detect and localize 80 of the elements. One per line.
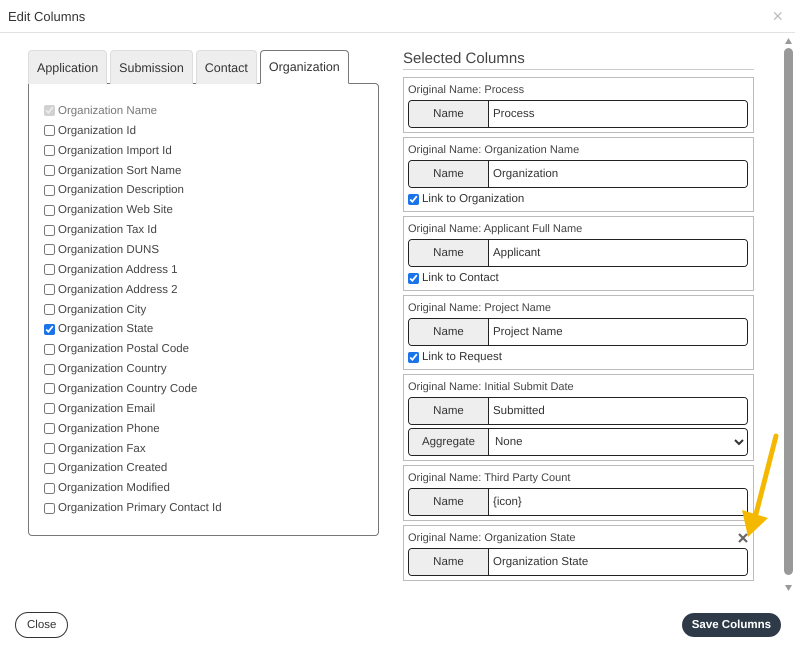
field-label: Organization Description — [58, 184, 184, 196]
field-label: Organization Import Id — [58, 144, 172, 157]
original-name: Original Name: Organization State — [408, 532, 576, 544]
field-label: Organization Sort Name — [58, 164, 182, 176]
link-label: Link to Organization — [422, 193, 524, 205]
field-label: Organization Tax Id — [58, 224, 157, 236]
input-label: Name — [409, 398, 489, 424]
name-field[interactable]: Name {icon} — [408, 488, 748, 516]
checkbox[interactable] — [44, 224, 55, 236]
input-label: Name — [409, 161, 489, 187]
close-icon[interactable] — [738, 532, 748, 542]
name-field[interactable]: Name Process — [408, 100, 748, 128]
name-field[interactable]: Name Submitted — [408, 397, 748, 425]
checkbox[interactable] — [44, 184, 55, 196]
name-field[interactable]: Name Organization — [408, 160, 748, 188]
tab[interactable]: Application — [28, 50, 108, 84]
field-label: Organization Primary Contact Id — [58, 502, 222, 514]
checkbox[interactable] — [44, 383, 55, 394]
input-label: Name — [409, 489, 489, 515]
checkbox[interactable] — [408, 194, 419, 204]
scrollbar[interactable] — [782, 36, 795, 593]
field-label: Organization Web Site — [58, 204, 173, 216]
input-label: Name — [409, 549, 489, 575]
input-label: Name — [409, 101, 489, 127]
checkbox[interactable] — [44, 482, 55, 494]
checkbox[interactable] — [44, 403, 55, 414]
link-label: Link to Contact — [422, 272, 499, 284]
tab[interactable]: Submission — [110, 50, 193, 84]
checkbox[interactable] — [44, 165, 55, 176]
field-label: Organization Postal Code — [58, 343, 190, 356]
field-label: Organization Name — [58, 104, 158, 117]
field-label: Organization Phone — [58, 422, 160, 435]
field-label: Organization State — [58, 323, 154, 336]
field-label: Organization Country — [58, 363, 167, 376]
field-label: Organization Modified — [58, 482, 170, 494]
checkbox[interactable] — [408, 352, 419, 362]
tab[interactable]: Contact — [196, 50, 257, 84]
original-name: Original Name: Organization Name — [408, 144, 580, 156]
dialog-title: Edit Columns — [8, 8, 86, 24]
field-label: Organization Country Code — [58, 382, 198, 395]
checkbox[interactable] — [44, 244, 55, 256]
name-field[interactable]: Name Applicant — [408, 239, 748, 267]
original-name: Original Name: Process — [408, 84, 524, 96]
field-label: Organization Email — [58, 402, 156, 415]
checkbox[interactable] — [44, 324, 55, 335]
checkbox[interactable] — [44, 264, 55, 276]
checkbox[interactable] — [44, 344, 55, 355]
checkbox[interactable] — [44, 284, 55, 296]
input-label: Name — [409, 240, 489, 266]
input-label: Name — [409, 319, 489, 345]
checkbox[interactable] — [44, 204, 55, 216]
checkbox[interactable] — [44, 364, 55, 375]
save-button[interactable]: Save Columns — [682, 613, 781, 637]
close-button[interactable]: Close — [15, 612, 68, 638]
aggregate-field[interactable]: Aggregate None — [408, 428, 748, 456]
field-label: Organization Fax — [58, 442, 146, 455]
checkbox[interactable] — [44, 462, 55, 474]
field-label: Organization DUNS — [58, 244, 159, 256]
section-heading: Selected Columns — [403, 50, 754, 70]
name-field[interactable]: Name Organization State — [408, 548, 748, 576]
checkbox[interactable] — [408, 272, 419, 284]
name-field[interactable]: Name Project Name — [408, 318, 748, 346]
input-label: Aggregate — [409, 429, 489, 455]
field-label: Organization City — [58, 304, 146, 316]
tab[interactable]: Organization — [260, 50, 349, 84]
link-label: Link to Request — [422, 351, 502, 363]
field-label: Organization Created — [58, 462, 168, 474]
field-label: Organization Id — [58, 124, 136, 137]
checkbox[interactable] — [44, 502, 55, 514]
checkbox[interactable] — [44, 145, 55, 156]
checkbox[interactable] — [44, 423, 55, 434]
field-label: Organization Address 1 — [58, 264, 178, 276]
checkbox[interactable] — [44, 443, 55, 454]
field-label: Organization Address 2 — [58, 284, 178, 296]
original-name: Original Name: Applicant Full Name — [408, 222, 582, 234]
checkbox[interactable] — [44, 125, 55, 136]
original-name: Original Name: Initial Submit Date — [408, 380, 574, 392]
checkbox[interactable] — [44, 304, 55, 316]
original-name: Original Name: Project Name — [408, 302, 552, 314]
original-name: Original Name: Third Party Count — [408, 472, 570, 484]
